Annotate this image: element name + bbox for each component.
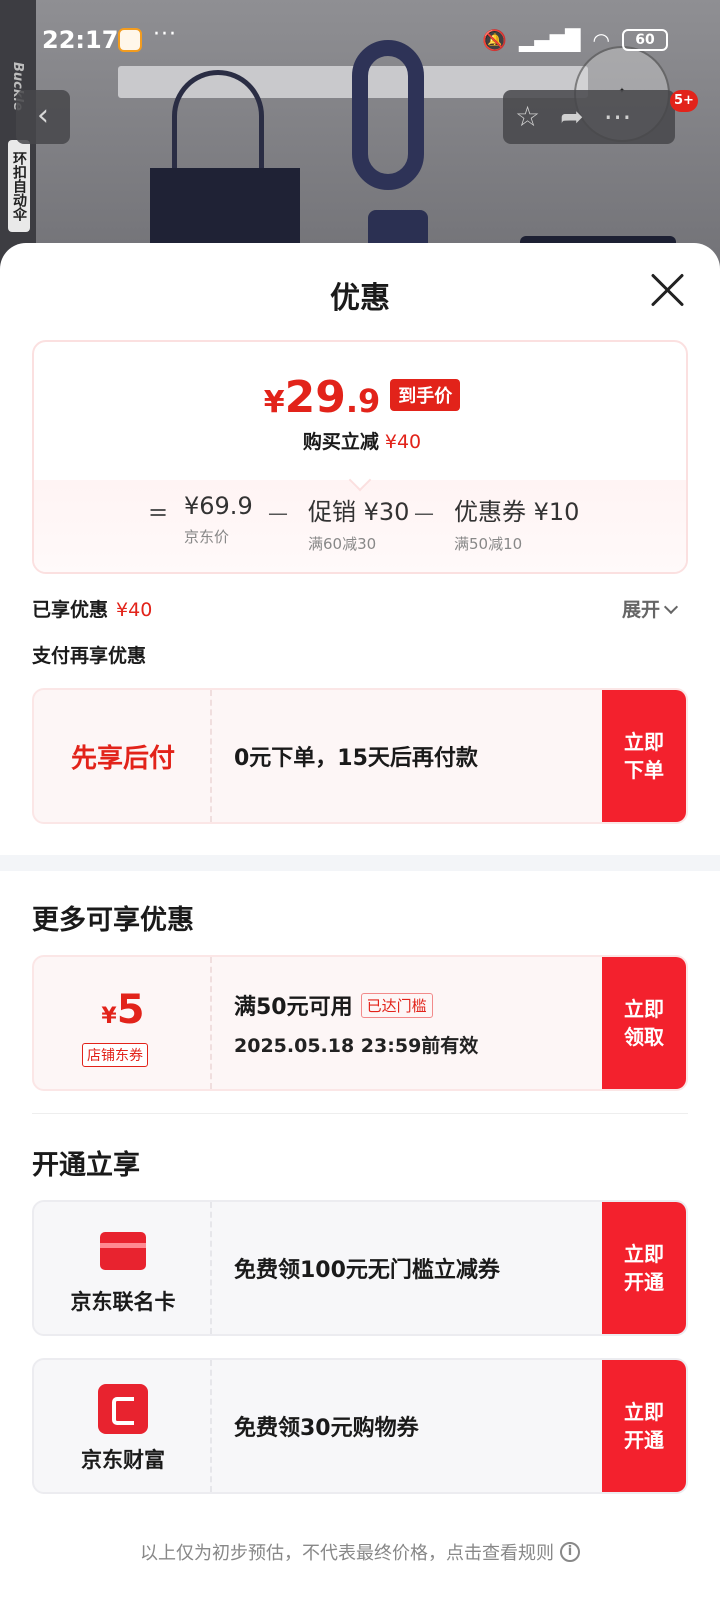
calc-item-coupon: 优惠券 ¥10 满50减10 xyxy=(454,492,579,554)
calc-item-promotion: 促销 ¥30 满60减30 xyxy=(308,492,409,554)
cobrand-left-panel: 京东联名卡 xyxy=(34,1202,212,1334)
threshold-reached-badge: 已达门槛 xyxy=(360,993,433,1018)
coupon-currency: ¥ xyxy=(101,1004,117,1029)
price-currency: ¥ xyxy=(263,385,285,420)
final-price-tag: 到手价 xyxy=(390,379,461,411)
price-decimal: .9 xyxy=(345,382,381,420)
offer-text: 免费领100元无门槛立减券 xyxy=(234,1202,500,1334)
reduction-amount: ¥40 xyxy=(384,431,422,453)
bnpl-description: 0元下单，15天后再付款 xyxy=(234,746,478,771)
cobrand-card-name: 京东联名卡 xyxy=(70,1290,176,1314)
status-time: 22:17 xyxy=(42,26,119,54)
reduction-label: 购买立减 xyxy=(302,431,379,453)
more-notifications-icon: ··· xyxy=(153,22,177,47)
coupon-text: 满50元可用 已达门槛 2025.05.18 23:59前有效 xyxy=(234,957,478,1089)
payment-offers-title: 支付再享优惠 xyxy=(32,645,147,667)
mute-icon: 🔕 xyxy=(482,28,508,52)
calc-value: ¥69.9 xyxy=(184,492,253,520)
calc-item-jd-price: ¥69.9 京东价 xyxy=(184,492,253,547)
top-action-group: ☆ ➦ ⋯ xyxy=(503,90,675,144)
battery-icon: 60 xyxy=(622,29,668,51)
coupon-condition-row: 满50元可用 已达门槛 xyxy=(234,989,478,1021)
calc-label: 满60减30 xyxy=(308,535,377,553)
calc-label: 满50减10 xyxy=(454,535,523,553)
minus-sign: — xyxy=(268,501,288,525)
hd-signal-icon: ▂▄▆█ xyxy=(519,28,581,52)
price-integer: 29 xyxy=(284,372,346,423)
rules-link[interactable]: 以上仅为初步预估，不代表最终价格，点击查看规则 i xyxy=(0,1539,720,1565)
activate-offers-title: 开通立享 xyxy=(32,1150,140,1181)
coupon-validity: 2025.05.18 23:59前有效 xyxy=(234,1034,479,1057)
coupon-type-badge: 店铺东券 xyxy=(82,1043,148,1067)
jd-wealth-logo-icon xyxy=(98,1384,148,1434)
section-divider xyxy=(0,855,720,871)
offer-text: 0元下单，15天后再付款 xyxy=(234,690,478,822)
bnpl-offer-card[interactable]: 先享后付 0元下单，15天后再付款 立即下单 xyxy=(32,688,688,824)
minus-sign: — xyxy=(414,501,434,525)
favorite-star-icon[interactable]: ☆ xyxy=(515,102,540,132)
footer-disclaimer: 以上仅为初步预估，不代表最终价格，点击查看规则 xyxy=(140,1543,554,1564)
activate-cobrand-button[interactable]: 立即开通 xyxy=(602,1202,686,1334)
final-price: ¥29.9 到手价 xyxy=(34,372,686,423)
side-label-text: 环扣自动伞 xyxy=(8,140,30,232)
wealth-description: 免费领30元购物券 xyxy=(234,1416,419,1441)
status-bar: 22:17 ··· 🔕 ▂▄▆█ ◠ 60 xyxy=(0,0,720,84)
enjoyed-amount: ¥40 xyxy=(116,599,153,621)
order-now-button[interactable]: 立即下单 xyxy=(602,690,686,822)
wealth-name: 京东财富 xyxy=(81,1448,165,1472)
close-icon[interactable] xyxy=(648,271,686,309)
activate-wealth-button[interactable]: 立即开通 xyxy=(602,1360,686,1492)
store-coupon-card[interactable]: ¥5 店铺东券 满50元可用 已达门槛 2025.05.18 23:59前有效 立… xyxy=(32,955,688,1091)
cobrand-description: 免费领100元无门槛立减券 xyxy=(234,1258,500,1283)
wealth-left-panel: 京东财富 xyxy=(34,1360,212,1492)
price-summary-card: ¥29.9 到手价 购买立减 ¥40 = ¥69.9 京东价 — 促销 ¥30 满6… xyxy=(32,340,688,574)
app-notification-icon xyxy=(118,28,142,52)
wifi-icon: ◠ xyxy=(592,28,610,52)
coupon-amount: 5 xyxy=(116,987,145,1033)
bag-handle xyxy=(172,70,264,180)
expand-button[interactable]: 展开 xyxy=(621,595,679,622)
instant-reduction: 购买立减 ¥40 xyxy=(34,427,686,454)
info-icon: i xyxy=(560,1542,580,1562)
more-offers-title: 更多可享优惠 xyxy=(32,905,194,936)
claim-now-button[interactable]: 立即领取 xyxy=(602,957,686,1089)
share-icon[interactable]: ➦ xyxy=(560,102,583,132)
calc-value: 促销 ¥30 xyxy=(308,498,410,526)
offer-left-panel: 先享后付 xyxy=(34,690,212,822)
sheet-title: 优惠 xyxy=(330,281,390,316)
enjoyed-discount: 已享优惠 ¥40 xyxy=(32,595,152,622)
discount-sheet: 优惠 ¥29.9 到手价 购买立减 ¥40 = ¥69.9 京东价 — 促销 ¥30… xyxy=(0,243,720,1600)
offer-text: 免费领30元购物券 xyxy=(234,1360,419,1492)
price-calculation: = ¥69.9 京东价 — 促销 ¥30 满60减30 — 优惠券 ¥10 满5… xyxy=(34,492,686,564)
calc-label: 京东价 xyxy=(184,528,230,546)
bnpl-label: 先享后付 xyxy=(70,743,175,774)
credit-card-icon xyxy=(100,1232,146,1270)
coupon-condition: 满50元可用 xyxy=(234,994,353,1020)
coupon-value: ¥5 xyxy=(34,987,212,1033)
enjoyed-label: 已享优惠 xyxy=(32,599,109,621)
chevron-down-icon xyxy=(663,599,679,615)
status-icons: 🔕 ▂▄▆█ ◠ 60 xyxy=(482,28,668,52)
more-menu-icon[interactable]: ⋯ xyxy=(604,102,632,132)
jd-wealth-offer[interactable]: 京东财富 免费领30元购物券 立即开通 xyxy=(32,1358,688,1494)
message-count-badge: 5+ xyxy=(670,90,698,112)
expand-label: 展开 xyxy=(621,599,660,621)
divider xyxy=(32,1113,688,1114)
back-button[interactable]: ‹ xyxy=(16,90,70,144)
calc-value: 优惠券 ¥10 xyxy=(454,498,580,526)
cobrand-card-offer[interactable]: 京东联名卡 免费领100元无门槛立减券 立即开通 xyxy=(32,1200,688,1336)
coupon-left-panel: ¥5 店铺东券 xyxy=(34,957,212,1089)
equals-sign: = xyxy=(148,498,169,526)
